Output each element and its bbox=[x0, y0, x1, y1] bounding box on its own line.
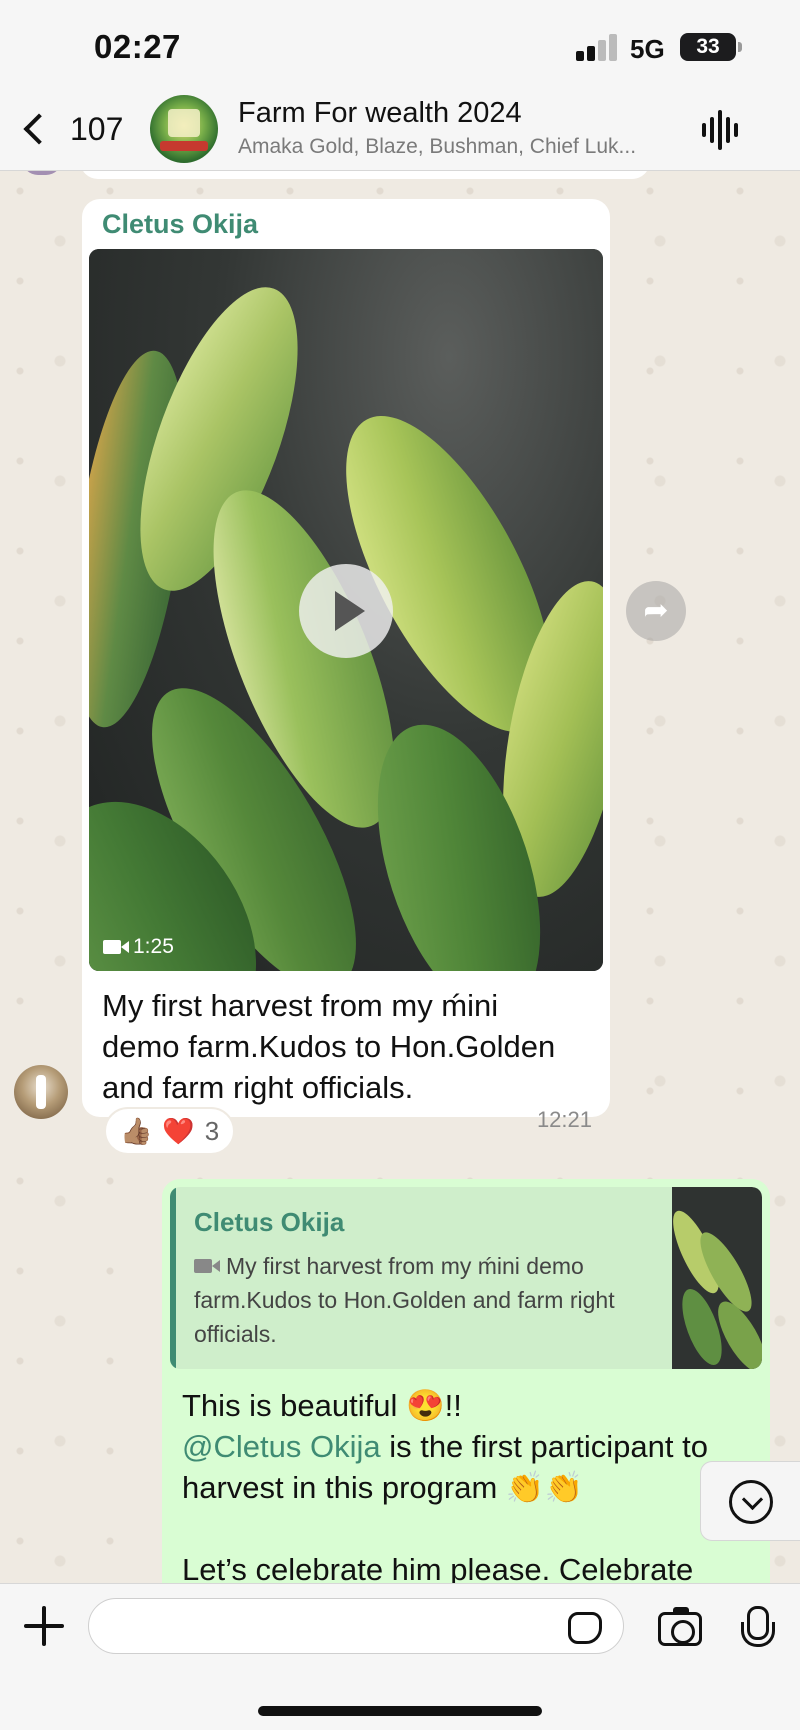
quote-thumbnail bbox=[672, 1187, 762, 1369]
camera-icon[interactable] bbox=[658, 1607, 702, 1646]
message-time: 12:21 bbox=[536, 1107, 592, 1132]
sender-name[interactable]: Cletus Okija bbox=[102, 209, 258, 240]
video-duration-text: 1:25 bbox=[133, 935, 174, 958]
plus-icon[interactable] bbox=[24, 1606, 64, 1646]
home-indicator[interactable] bbox=[258, 1706, 542, 1716]
scroll-down-button[interactable] bbox=[700, 1461, 800, 1541]
reaction-count: 3 bbox=[204, 1115, 220, 1146]
status-time: 02:27 bbox=[94, 28, 181, 65]
status-bar: 02:27 5G 33 bbox=[0, 0, 800, 95]
signal-icon bbox=[576, 33, 618, 61]
group-title[interactable]: Farm For wealth 2024 bbox=[238, 97, 522, 130]
reply-line: This is beautiful 😍!! bbox=[182, 1388, 462, 1423]
network-type: 5G bbox=[630, 34, 665, 64]
waveform-icon[interactable] bbox=[700, 105, 744, 153]
battery-icon: 33 bbox=[680, 33, 742, 61]
sticker-icon[interactable] bbox=[568, 1612, 602, 1644]
chevron-down-circle-icon bbox=[729, 1480, 773, 1524]
video-camera-icon bbox=[103, 940, 129, 954]
quote-text: My first harvest from my ḿini demo farm.… bbox=[194, 1249, 640, 1351]
chevron-left-icon bbox=[23, 113, 55, 145]
quoted-message[interactable]: Cletus Okija My first harvest from my ḿi… bbox=[170, 1187, 762, 1369]
reply-line: @Cletus Okija is the first participant t… bbox=[182, 1426, 742, 1508]
unread-count: 107 bbox=[70, 110, 124, 147]
outgoing-message-bubble[interactable]: Cletus Okija My first harvest from my ḿi… bbox=[162, 1179, 770, 1583]
reply-line: Let’s celebrate him please. Celebrate bbox=[182, 1552, 694, 1583]
quote-bar bbox=[170, 1187, 176, 1369]
message-input[interactable] bbox=[88, 1598, 624, 1654]
reply-text: This is beautiful 😍!! @Cletus Okija is t… bbox=[182, 1385, 742, 1583]
forward-icon[interactable]: ➦ bbox=[626, 581, 686, 641]
group-avatar[interactable] bbox=[150, 95, 218, 163]
back-button[interactable]: 107 bbox=[18, 105, 128, 153]
avatar bbox=[22, 171, 62, 175]
mention-link[interactable]: @Cletus Okija bbox=[182, 1429, 381, 1464]
message-caption: My first harvest from my ḿini demo farm.… bbox=[102, 988, 556, 1105]
reaction-emoji: ❤️ bbox=[162, 1115, 195, 1146]
play-icon[interactable] bbox=[299, 564, 393, 658]
reaction-emoji: 👍🏽 bbox=[120, 1115, 153, 1146]
previous-message-bubble[interactable] bbox=[80, 171, 650, 179]
quote-text-body: My first harvest from my ḿini demo farm.… bbox=[194, 1253, 615, 1347]
incoming-message-bubble[interactable]: Cletus Okija 1:25 My first harvest from … bbox=[82, 199, 610, 1132]
quote-sender: Cletus Okija bbox=[194, 1207, 345, 1237]
video-thumbnail[interactable]: 1:25 bbox=[89, 249, 603, 971]
group-members[interactable]: Amaka Gold, Blaze, Bushman, Chief Luk... bbox=[238, 135, 678, 159]
microphone-icon[interactable] bbox=[740, 1606, 775, 1652]
video-camera-icon bbox=[194, 1259, 220, 1273]
chat-header: 107 Farm For wealth 2024 Amaka Gold, Bla… bbox=[0, 95, 800, 171]
video-duration: 1:25 bbox=[103, 935, 174, 959]
chat-area[interactable]: Cletus Okija 1:25 My first harvest from … bbox=[0, 171, 800, 1583]
avatar[interactable] bbox=[14, 1065, 68, 1119]
reactions-pill[interactable]: 👍🏽 ❤️ 3 bbox=[104, 1107, 236, 1155]
